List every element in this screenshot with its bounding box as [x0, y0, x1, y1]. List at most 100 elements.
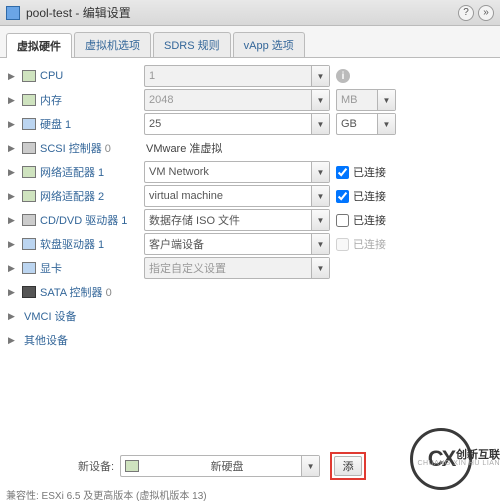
checkbox-input[interactable]: [336, 214, 349, 227]
row-nic1: ▶ 网络适配器 1 VM Network ▼ 已连接: [6, 160, 494, 184]
memory-input[interactable]: 2048 ▼: [144, 89, 330, 111]
sata-icon: [22, 286, 36, 298]
row-floppy: ▶ 软盘驱动器 1 客户端设备 ▼ 已连接: [6, 232, 494, 256]
row-video: ▶ 显卡 指定自定义设置 ▼: [6, 256, 494, 280]
expander-icon[interactable]: ▶: [8, 191, 18, 202]
memory-unit-select[interactable]: MB ▼: [336, 89, 396, 111]
connected-label: 已连接: [353, 164, 386, 180]
expander-icon[interactable]: ▶: [8, 239, 18, 250]
tab-virtual-hardware[interactable]: 虚拟硬件: [6, 33, 72, 58]
add-button[interactable]: 添: [334, 456, 362, 476]
chevron-down-icon: ▼: [311, 210, 329, 230]
expander-icon[interactable]: ▶: [8, 143, 18, 154]
tab-vm-options[interactable]: 虚拟机选项: [74, 32, 151, 57]
other-label[interactable]: 其他设备: [24, 332, 68, 348]
cpu-label[interactable]: CPU: [40, 70, 63, 82]
help-button[interactable]: ?: [458, 5, 474, 21]
memory-value: 2048: [149, 94, 173, 106]
chevron-down-icon: ▼: [311, 66, 329, 86]
scsi-value: VMware 准虚拟: [144, 140, 222, 156]
nic-icon: [22, 166, 36, 178]
tab-sdrs-rules[interactable]: SDRS 规则: [153, 32, 231, 57]
chevron-down-icon: ▼: [301, 456, 319, 476]
connected-label: 已连接: [353, 188, 386, 204]
connected-label: 已连接: [353, 236, 386, 252]
memory-label[interactable]: 内存: [40, 92, 62, 108]
info-icon[interactable]: i: [336, 69, 350, 83]
nic1-network-select[interactable]: VM Network ▼: [144, 161, 330, 183]
scsi-icon: [22, 142, 36, 154]
sata-label[interactable]: SATA 控制器 0: [40, 284, 112, 300]
hard-disk-icon: [125, 460, 139, 472]
hard-disk-unit: GB: [341, 118, 357, 130]
video-icon: [22, 262, 36, 274]
window-title: pool-test - 编辑设置: [26, 4, 454, 21]
cd-label[interactable]: CD/DVD 驱动器 1: [40, 212, 127, 228]
hard-disk-unit-select[interactable]: GB ▼: [336, 113, 396, 135]
add-button-highlight: 添: [330, 452, 366, 480]
video-label[interactable]: 显卡: [40, 260, 62, 276]
expander-icon[interactable]: ▶: [8, 335, 18, 346]
row-cpu: ▶ CPU 1 ▼ i: [6, 64, 494, 88]
tab-bar: 虚拟硬件 虚拟机选项 SDRS 规则 vApp 选项: [0, 26, 500, 58]
new-device-select[interactable]: 新硬盘 ▼: [120, 455, 320, 477]
expander-icon[interactable]: ▶: [8, 263, 18, 274]
expander-icon[interactable]: ▶: [8, 119, 18, 130]
tab-vapp-options[interactable]: vApp 选项: [233, 32, 305, 57]
expander-icon[interactable]: ▶: [8, 95, 18, 106]
expander-icon[interactable]: ▶: [8, 287, 18, 298]
hard-disk-value: 25: [149, 118, 161, 130]
nic1-value: VM Network: [149, 166, 209, 178]
expander-icon[interactable]: ▶: [8, 167, 18, 178]
checkbox-input[interactable]: [336, 190, 349, 203]
new-device-label: 新设备:: [78, 458, 114, 474]
scsi-label[interactable]: SCSI 控制器 0: [40, 140, 111, 156]
cd-select[interactable]: 数据存储 ISO 文件 ▼: [144, 209, 330, 231]
hardware-panel: ▶ CPU 1 ▼ i ▶ 内存 2048 ▼ MB ▼: [0, 58, 500, 352]
cd-icon: [22, 214, 36, 226]
row-hard-disk: ▶ 硬盘 1 25 ▼ GB ▼: [6, 112, 494, 136]
row-cd-dvd: ▶ CD/DVD 驱动器 1 数据存储 ISO 文件 ▼ 已连接: [6, 208, 494, 232]
cd-value: 数据存储 ISO 文件: [149, 212, 240, 228]
hard-disk-icon: [22, 118, 36, 130]
row-vmci: ▶ VMCI 设备: [6, 304, 494, 328]
hard-disk-label[interactable]: 硬盘 1: [40, 116, 71, 132]
row-scsi: ▶ SCSI 控制器 0 VMware 准虚拟: [6, 136, 494, 160]
floppy-value: 客户端设备: [149, 236, 204, 252]
new-device-value: 新硬盘: [139, 458, 315, 474]
memory-icon: [22, 94, 36, 106]
cpu-select[interactable]: 1 ▼: [144, 65, 330, 87]
nic2-network-select[interactable]: virtual machine ▼: [144, 185, 330, 207]
nic2-label[interactable]: 网络适配器 2: [40, 188, 104, 204]
expander-icon[interactable]: ▶: [8, 215, 18, 226]
row-memory: ▶ 内存 2048 ▼ MB ▼: [6, 88, 494, 112]
chevron-down-icon: ▼: [311, 234, 329, 254]
floppy-select[interactable]: 客户端设备 ▼: [144, 233, 330, 255]
checkbox-input: [336, 238, 349, 251]
nic2-connected-checkbox[interactable]: 已连接: [336, 188, 386, 204]
floppy-label[interactable]: 软盘驱动器 1: [40, 236, 104, 252]
chevron-down-icon: ▼: [377, 90, 395, 110]
expander-icon[interactable]: ▶: [8, 311, 18, 322]
nic1-connected-checkbox[interactable]: 已连接: [336, 164, 386, 180]
row-nic2: ▶ 网络适配器 2 virtual machine ▼ 已连接: [6, 184, 494, 208]
hard-disk-size-input[interactable]: 25 ▼: [144, 113, 330, 135]
checkbox-input[interactable]: [336, 166, 349, 179]
floppy-connected-checkbox: 已连接: [336, 236, 386, 252]
floppy-icon: [22, 238, 36, 250]
window-icon: [6, 6, 20, 20]
vmci-label[interactable]: VMCI 设备: [24, 308, 77, 324]
logo-text-en: CHUANG XIN HU LIAN: [417, 460, 500, 467]
cpu-value: 1: [149, 70, 155, 82]
cd-connected-checkbox[interactable]: 已连接: [336, 212, 386, 228]
nic1-label[interactable]: 网络适配器 1: [40, 164, 104, 180]
nic2-value: virtual machine: [149, 190, 223, 202]
compatibility-text: 兼容性: ESXi 6.5 及更高版本 (虚拟机版本 13): [6, 487, 207, 502]
expander-icon[interactable]: ▶: [8, 71, 18, 82]
nic-icon: [22, 190, 36, 202]
close-button[interactable]: »: [478, 5, 494, 21]
chevron-down-icon: ▼: [311, 114, 329, 134]
chevron-down-icon: ▼: [377, 114, 395, 134]
chevron-down-icon: ▼: [311, 90, 329, 110]
video-select[interactable]: 指定自定义设置 ▼: [144, 257, 330, 279]
